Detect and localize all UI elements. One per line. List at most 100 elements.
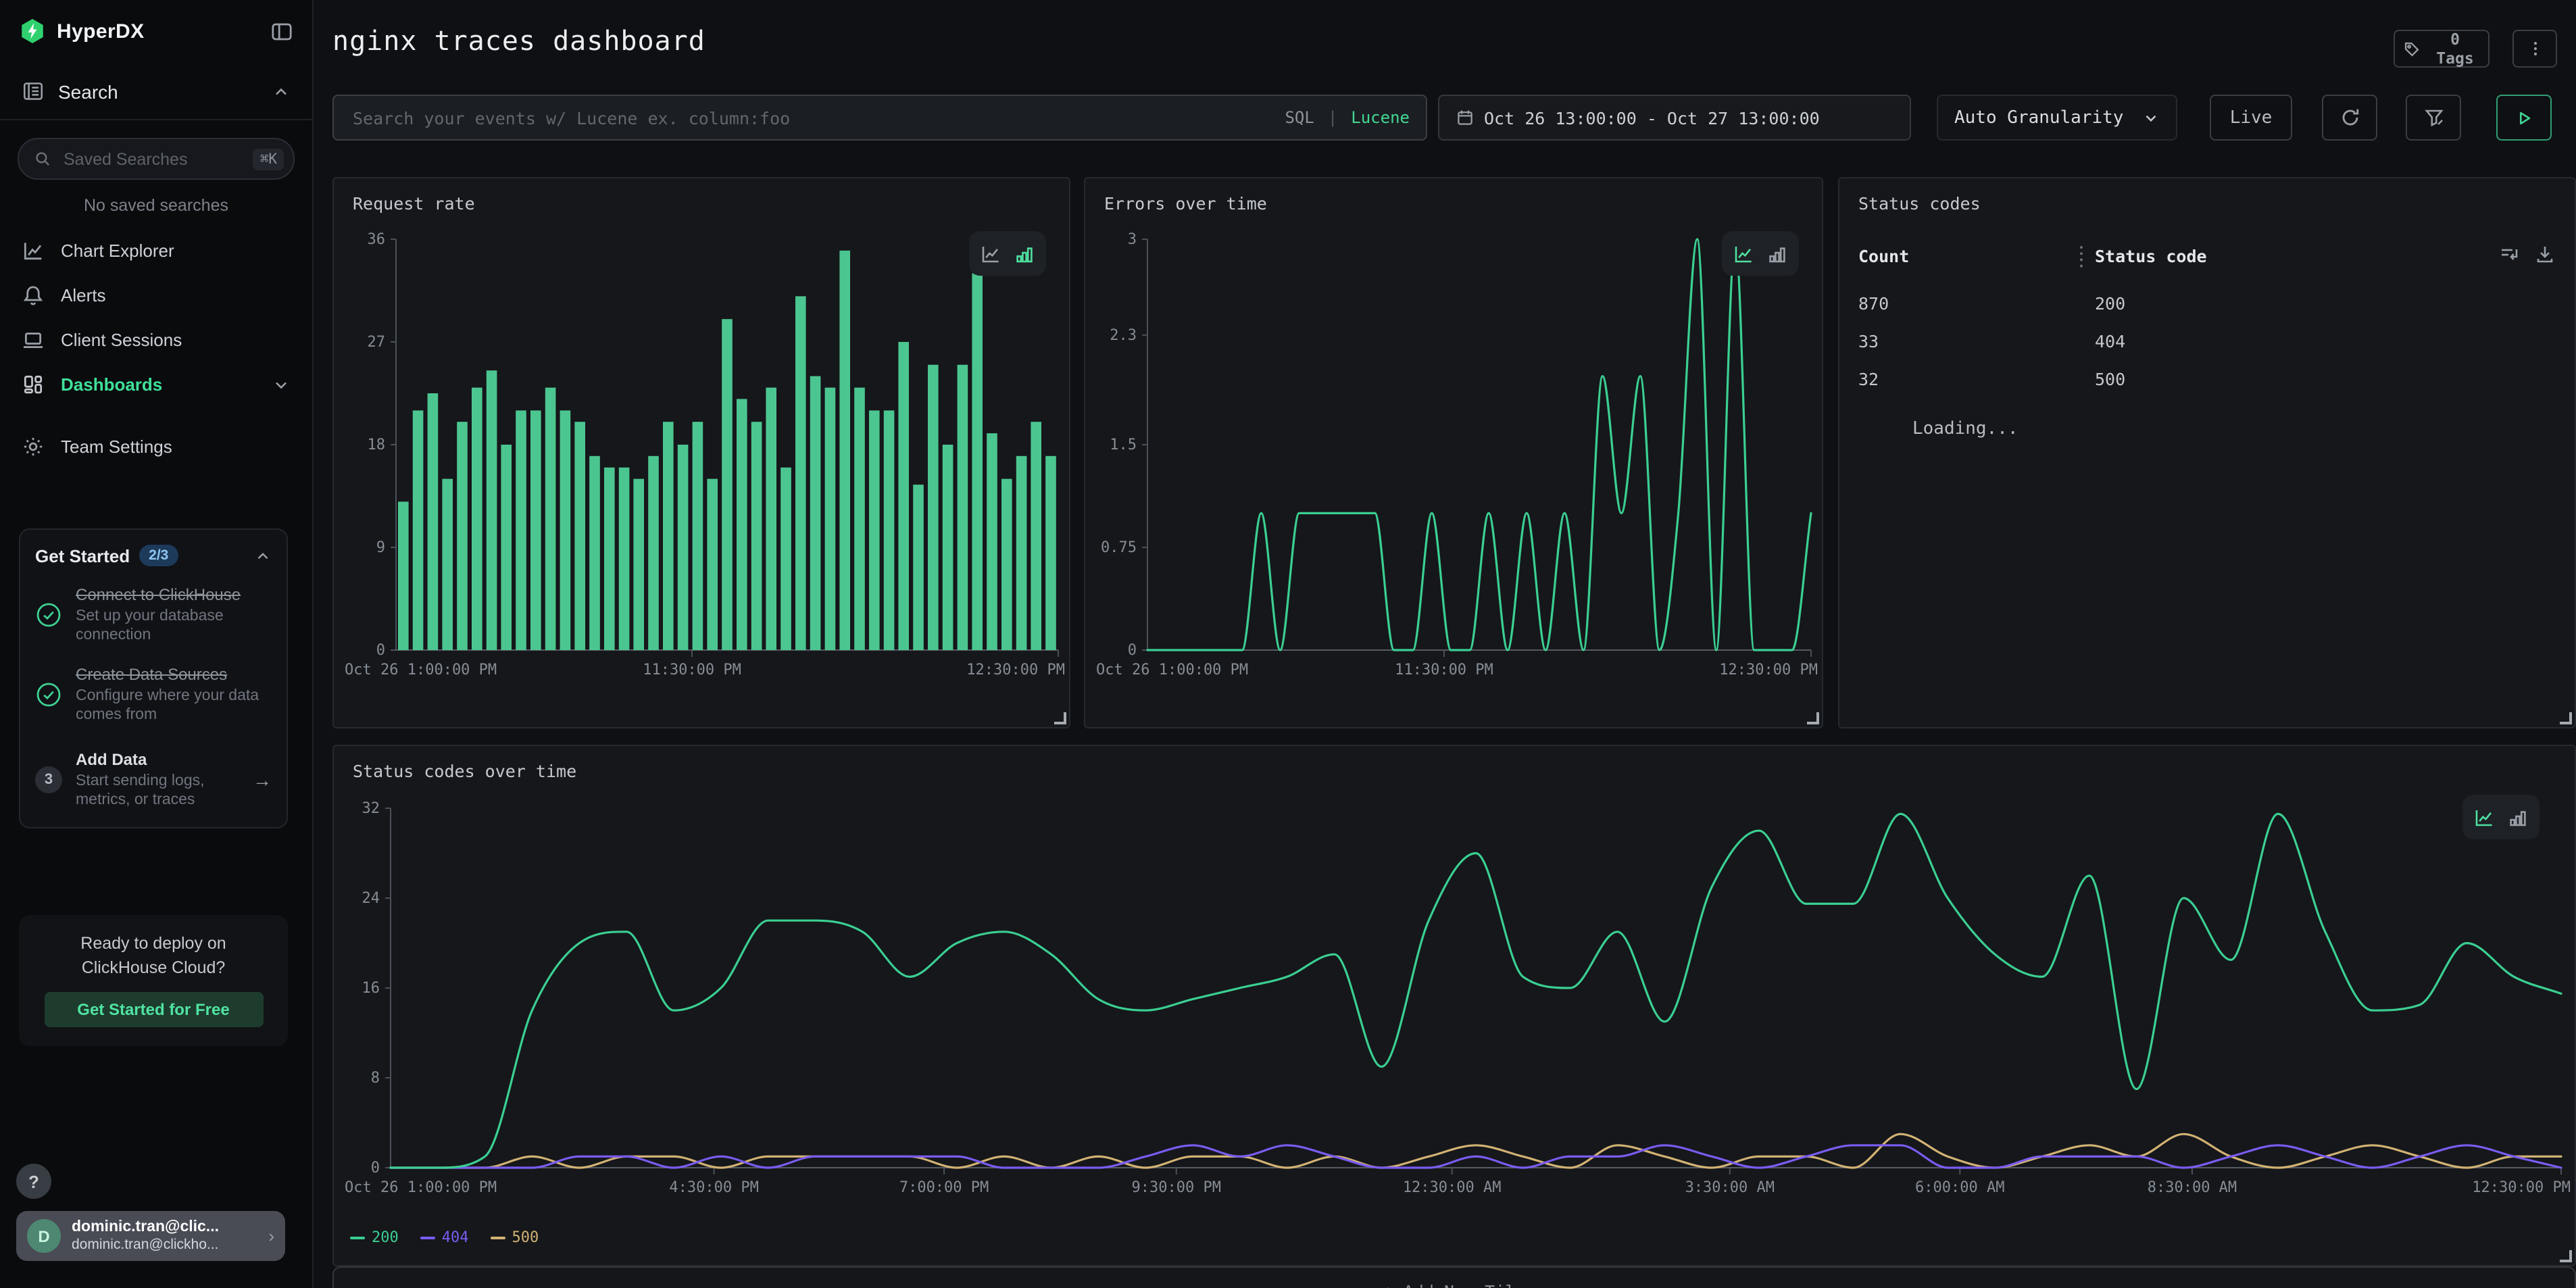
- chart-type-toggle[interactable]: [1722, 231, 1799, 276]
- download-csv-icon[interactable]: [2534, 243, 2556, 265]
- play-icon: [2514, 107, 2534, 128]
- saved-searches-input-wrap[interactable]: ⌘K: [18, 138, 295, 180]
- bell-icon: [22, 284, 45, 307]
- errors-over-time-chart[interactable]: 00.751.52.33Oct 26 1:00:00 PM11:30:00 PM…: [1085, 178, 1825, 730]
- collapse-sidebar-icon[interactable]: [270, 20, 293, 43]
- panel-status-codes: Status codes Count Status code 870 200 3…: [1838, 177, 2576, 728]
- sidebar-item-search[interactable]: Search: [0, 58, 312, 120]
- legend-label: 200: [372, 1229, 399, 1246]
- filter-button[interactable]: [2406, 95, 2461, 141]
- svg-text:7:00:00 PM: 7:00:00 PM: [899, 1179, 989, 1196]
- step-title: Connect to ClickHouse: [76, 585, 272, 604]
- table-cell[interactable]: 500: [2095, 369, 2125, 389]
- svg-text:27: 27: [368, 334, 386, 351]
- help-button[interactable]: ?: [16, 1164, 51, 1199]
- get-started-free-button[interactable]: Get Started for Free: [44, 993, 263, 1028]
- add-new-tile-button[interactable]: + Add New Tile: [332, 1266, 2576, 1288]
- svg-text:0.75: 0.75: [1101, 539, 1137, 556]
- chart-type-toggle[interactable]: [2462, 795, 2540, 839]
- kebab-dots-icon: [2525, 39, 2544, 58]
- event-search-input[interactable]: [350, 106, 1271, 129]
- line-chart-icon[interactable]: [1733, 243, 1754, 264]
- table-cell[interactable]: 404: [2095, 331, 2125, 351]
- kebab-menu-button[interactable]: [2512, 30, 2557, 68]
- clickhouse-cloud-promo: Ready to deploy on ClickHouse Cloud? Get…: [19, 915, 288, 1046]
- bar-chart-icon[interactable]: [1014, 243, 1035, 264]
- svg-text:0: 0: [1128, 642, 1137, 659]
- panel-request-rate: Request rate 09182736Oct 26 1:00:00 PM11…: [332, 177, 1070, 728]
- sidebar-item-dashboards[interactable]: Dashboards: [0, 362, 312, 407]
- search-section-icon: [22, 80, 45, 103]
- filter-funnel-icon: [2423, 107, 2444, 128]
- saved-searches-input[interactable]: [61, 148, 244, 170]
- lucene-mode-toggle[interactable]: Lucene: [1351, 108, 1410, 127]
- sidebar-item-alerts[interactable]: Alerts: [0, 273, 312, 318]
- svg-text:16: 16: [362, 980, 380, 997]
- tags-button[interactable]: 0 Tags: [2394, 30, 2490, 68]
- panel-resize-handle[interactable]: [2560, 1250, 2572, 1262]
- step-title: Add Data: [76, 749, 239, 768]
- request-rate-chart[interactable]: 09182736Oct 26 1:00:00 PM11:30:00 PM12:3…: [334, 178, 1072, 730]
- sort-rows-icon[interactable]: [2499, 243, 2521, 265]
- chart-type-toggle[interactable]: [969, 231, 1046, 276]
- bar-chart-icon[interactable]: [1766, 243, 1788, 264]
- sidebar-item-label: Alerts: [61, 285, 291, 305]
- svg-text:0: 0: [376, 642, 385, 659]
- line-chart-icon[interactable]: [2473, 806, 2495, 828]
- loading-text: Loading...: [1912, 419, 2018, 439]
- column-header-status-code[interactable]: Status code: [2095, 246, 2207, 266]
- live-button[interactable]: Live: [2210, 95, 2292, 141]
- sql-mode-toggle[interactable]: SQL: [1285, 108, 1314, 127]
- panel-resize-handle[interactable]: [1807, 712, 1819, 724]
- svg-text:4:30:00 PM: 4:30:00 PM: [669, 1179, 758, 1196]
- laptop-icon: [22, 328, 45, 351]
- sidebar-item-team-settings[interactable]: Team Settings: [0, 424, 312, 469]
- mode-divider: |: [1328, 108, 1337, 127]
- step-desc: Configure where your data comes from: [76, 687, 272, 726]
- panel-resize-handle[interactable]: [2560, 712, 2572, 724]
- run-query-button[interactable]: [2496, 95, 2552, 141]
- chevron-up-icon[interactable]: [254, 547, 272, 564]
- date-range-picker[interactable]: Oct 26 13:00:00 - Oct 27 13:00:00: [1438, 95, 1911, 141]
- sidebar-item-client-sessions[interactable]: Client Sessions: [0, 318, 312, 362]
- svg-text:36: 36: [368, 231, 386, 248]
- granularity-select[interactable]: Auto Granularity: [1937, 95, 2177, 141]
- svg-text:18: 18: [368, 437, 386, 453]
- chevron-up-icon[interactable]: [272, 82, 291, 101]
- check-circle-icon: [35, 681, 62, 708]
- svg-text:12:30:00 AM: 12:30:00 AM: [1403, 1179, 1502, 1196]
- legend-item-200[interactable]: 200: [350, 1229, 399, 1246]
- column-drag-handle-icon[interactable]: [2077, 245, 2085, 269]
- app-title: HyperDX: [57, 20, 259, 43]
- user-menu[interactable]: D dominic.tran@clic... dominic.tran@clic…: [16, 1211, 285, 1261]
- table-cell[interactable]: 33: [1858, 331, 1879, 351]
- line-chart-icon[interactable]: [980, 243, 1001, 264]
- refresh-button[interactable]: [2322, 95, 2377, 141]
- get-started-step-sources[interactable]: Create Data Sources Configure where your…: [35, 665, 272, 726]
- promo-text-line2: ClickHouse Cloud?: [32, 956, 274, 980]
- user-email: dominic.tran@clickho...: [72, 1237, 257, 1253]
- chevron-down-icon[interactable]: [272, 375, 291, 394]
- step-desc: Start sending logs, metrics, or traces: [76, 771, 239, 810]
- sidebar-item-chart-explorer[interactable]: Chart Explorer: [0, 228, 312, 273]
- sidebar-item-label: Team Settings: [61, 437, 291, 457]
- legend-item-500[interactable]: 500: [491, 1229, 539, 1246]
- panel-resize-handle[interactable]: [1054, 712, 1066, 724]
- table-cell[interactable]: 870: [1858, 293, 1889, 314]
- check-circle-icon: [35, 602, 62, 629]
- table-cell[interactable]: 200: [2095, 293, 2125, 314]
- get-started-progress-badge: 2/3: [139, 545, 178, 566]
- event-search-bar[interactable]: SQL | Lucene: [332, 95, 1427, 141]
- status-codes-over-time-chart[interactable]: 08162432Oct 26 1:00:00 PM4:30:00 PM7:00:…: [334, 746, 2576, 1268]
- calendar-icon: [1456, 108, 1475, 127]
- svg-text:11:30:00 PM: 11:30:00 PM: [1395, 662, 1493, 678]
- svg-text:8:30:00 AM: 8:30:00 AM: [2148, 1179, 2237, 1196]
- table-cell[interactable]: 32: [1858, 369, 1879, 389]
- get-started-step-add-data[interactable]: 3 Add Data Start sending logs, metrics, …: [35, 749, 272, 810]
- legend-item-404[interactable]: 404: [420, 1229, 469, 1246]
- legend-label: 500: [512, 1229, 539, 1246]
- bar-chart-icon[interactable]: [2507, 806, 2529, 828]
- column-header-count[interactable]: Count: [1858, 246, 1909, 266]
- get-started-step-connect[interactable]: Connect to ClickHouse Set up your databa…: [35, 585, 272, 646]
- sidebar-item-label: Chart Explorer: [61, 241, 291, 261]
